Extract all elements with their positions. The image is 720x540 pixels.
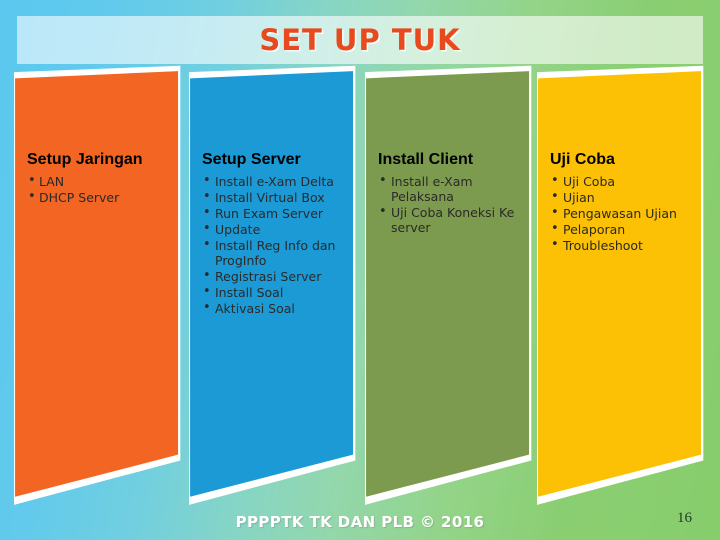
list-item: Install Reg Info dan ProgInfo [202,237,354,268]
list-item: Ujian [550,189,702,205]
list-item: DHCP Server [27,189,179,205]
list-item: Uji Coba Koneksi Ke server [378,204,530,235]
list-item: Aktivasi Soal [202,300,354,316]
slide-number: 16 [677,510,692,526]
process-step-1-heading: Setup Jaringan [27,151,143,168]
process-step-3-content: Install Client Install e-Xam Pelaksana U… [378,150,530,236]
process-step-1-shape[interactable] [14,65,181,505]
list-item: LAN [27,173,179,189]
list-item: Install e-Xam Pelaksana [378,173,530,204]
list-item: Troubleshoot [550,237,702,253]
list-item: Update [202,221,354,237]
list-item: Registrasi Server [202,268,354,284]
process-step-3-heading: Install Client [378,151,474,168]
process-step-4-shape[interactable] [537,65,704,505]
process-step-3-fill [366,71,530,497]
process-step-2-content: Setup Server Install e-Xam Delta Install… [202,150,354,317]
slide-title-band: SET UP TUK [17,16,703,64]
process-step-4-fill [538,71,702,497]
list-item: Run Exam Server [202,205,354,221]
list-item: Install Virtual Box [202,189,354,205]
process-step-3-shape[interactable] [365,65,532,505]
list-item: Uji Coba [550,173,702,189]
list-item: Pelaporan [550,221,702,237]
process-step-4-heading: Uji Coba [550,151,615,168]
process-step-4-content: Uji Coba Uji Coba Ujian Pengawasan Ujian… [550,150,702,254]
process-step-2-heading: Setup Server [202,151,301,168]
list-item: Install e-Xam Delta [202,173,354,189]
process-step-1-fill [15,71,179,497]
process-step-1-content: Setup Jaringan LAN DHCP Server [27,150,179,206]
process-step-4-list: Uji Coba Ujian Pengawasan Ujian Pelapora… [550,173,702,253]
process-step-2-list: Install e-Xam Delta Install Virtual Box … [202,173,354,316]
list-item: Install Soal [202,284,354,300]
page-title: SET UP TUK [259,23,461,57]
process-step-1-list: LAN DHCP Server [27,173,179,205]
process-step-3-list: Install e-Xam Pelaksana Uji Coba Koneksi… [378,173,530,235]
list-item: Pengawasan Ujian [550,205,702,221]
slide-canvas: SET UP TUK Setup Jaringan LAN DHCP Serve… [0,0,720,540]
footer-credit: PPPPTK TK DAN PLB © 2016 [235,513,485,531]
